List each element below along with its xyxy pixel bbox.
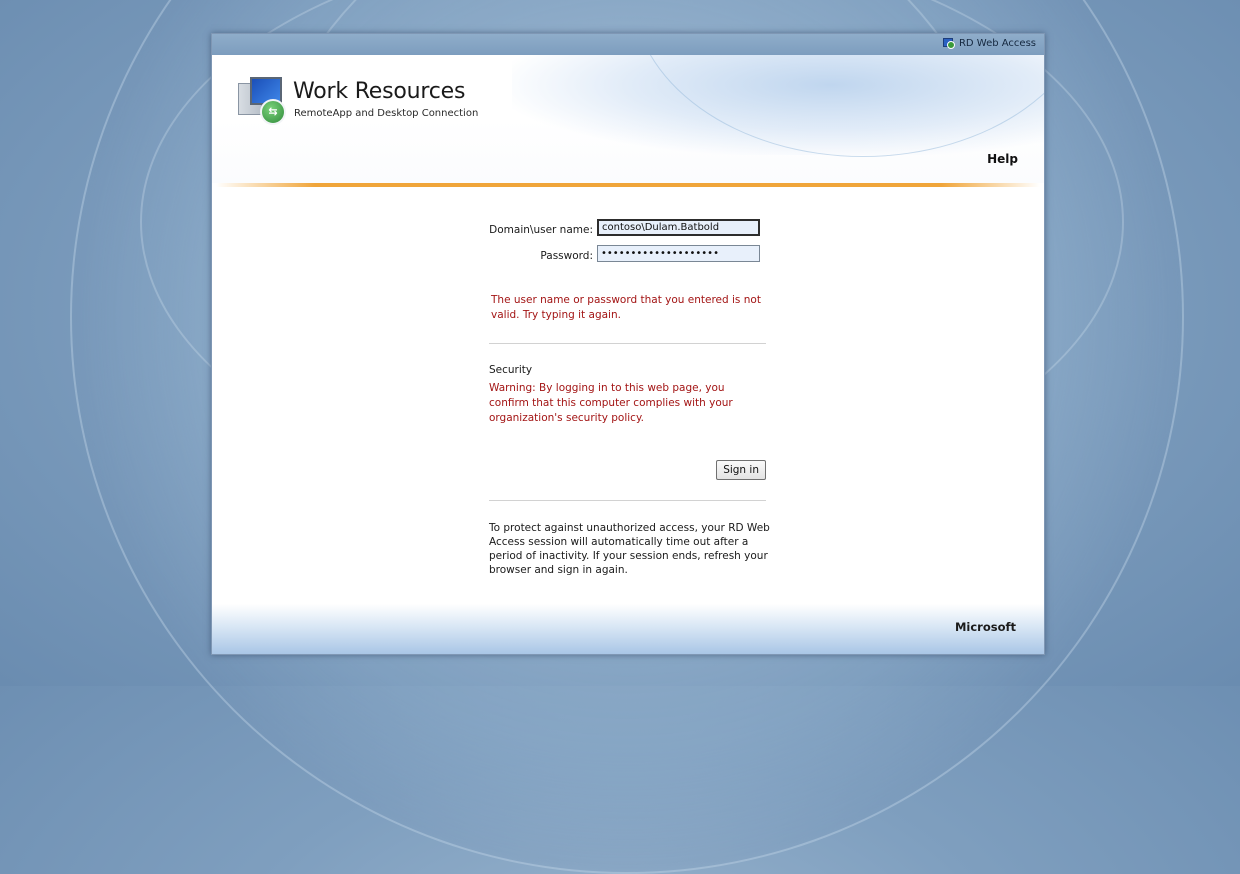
session-timeout-note: To protect against unauthorized access, … [489, 522, 770, 576]
login-error-message: The user name or password that you enter… [491, 294, 761, 321]
microsoft-logo: Microsoft [954, 620, 1016, 634]
rd-web-access-window: RD Web Access ⇆ Work Resources RemoteApp… [211, 33, 1045, 655]
security-warning: Warning: By logging in to this web page,… [489, 382, 733, 424]
username-input[interactable] [597, 219, 760, 236]
divider [489, 343, 766, 344]
help-link[interactable]: Help [987, 152, 1018, 166]
username-row: Domain\user name: [489, 219, 766, 245]
rd-web-access-label: RD Web Access [958, 38, 1036, 49]
login-form: Domain\user name: Password: The user nam… [489, 219, 770, 577]
page-header: ⇆ Work Resources RemoteApp and Desktop C… [212, 55, 1044, 183]
security-title: Security [489, 364, 533, 376]
page-footer: Microsoft [212, 604, 1044, 654]
sign-in-button[interactable]: Sign in [716, 460, 766, 480]
divider [489, 500, 766, 501]
form-actions: Sign in [489, 426, 766, 482]
remoteapp-logo-icon: ⇆ [238, 77, 286, 125]
password-label: Password: [540, 250, 593, 262]
username-label: Domain\user name: [489, 224, 593, 236]
top-bar: RD Web Access [212, 34, 1044, 55]
password-row: Password: [489, 245, 766, 271]
page-title: Work Resources [293, 79, 466, 104]
header-divider [216, 183, 1040, 187]
page-subtitle: RemoteApp and Desktop Connection [294, 108, 479, 119]
rd-web-access-brand: RD Web Access [942, 38, 1036, 49]
rd-web-access-icon [942, 38, 955, 49]
password-input[interactable] [597, 245, 760, 262]
